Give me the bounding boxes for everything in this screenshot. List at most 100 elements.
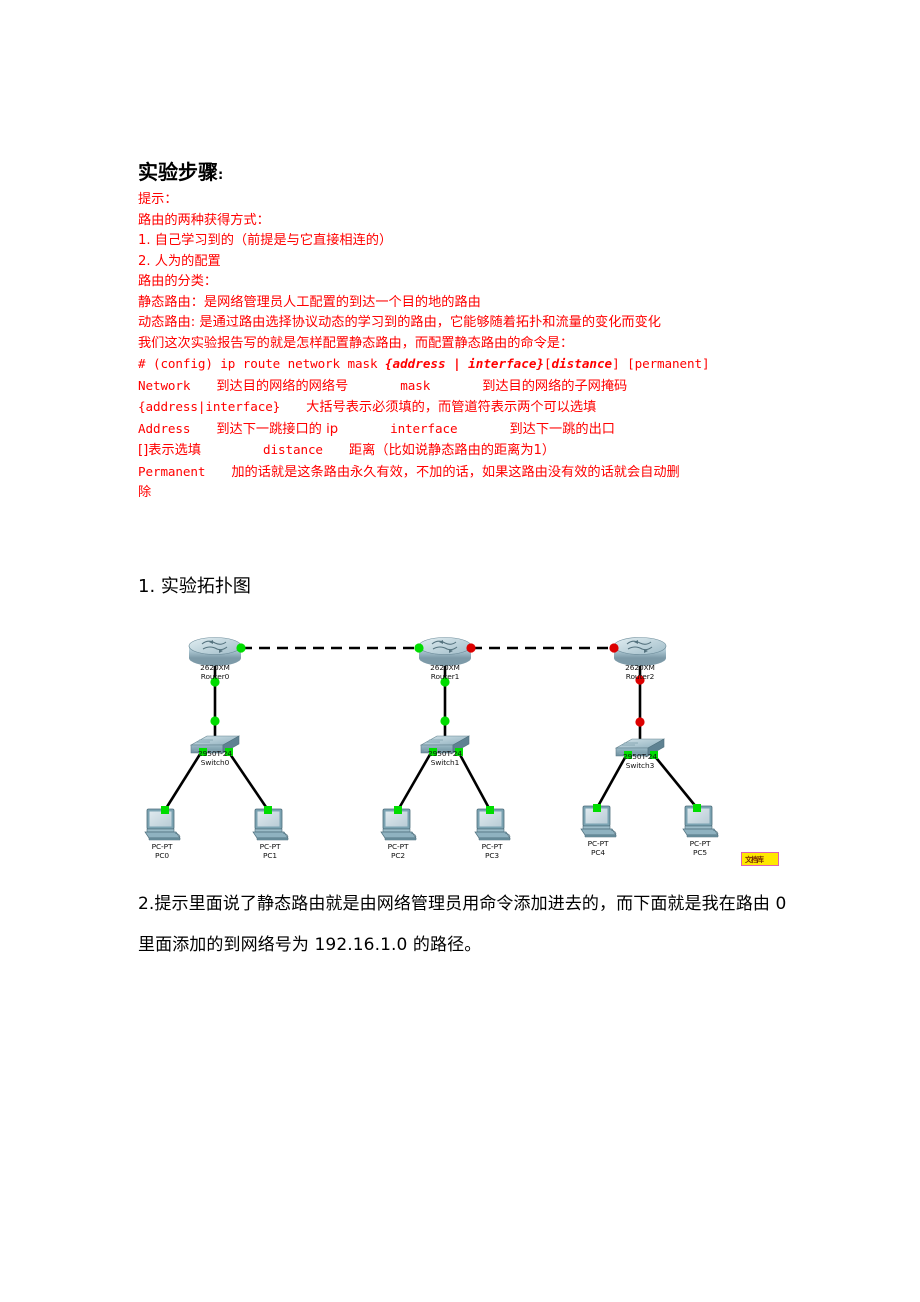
body-paragraph: 2.提示里面说了静态路由就是由网络管理员用命令添加进去的，而下面就是我在路由 0… [138,894,787,955]
switch1-model: 2950T-24 [428,749,462,758]
legend-permanent-value: 加的话就是这条路由永久有效，不加的话，如果这路由没有效的话就会自动删 [231,464,680,480]
switch0-model: 2950T-24 [198,749,232,758]
pc3-label: PC-PT PC3 [482,842,503,860]
link-status-down-r2-wan [609,643,619,653]
legend-mask-key: mask [400,377,431,393]
legend-braces-row: {address|interface} 大括号表示必须填的，而管道符表示两个可以选… [138,397,796,419]
legend-braces-key: {address|interface} [138,399,281,414]
pc3-name: PC3 [484,851,500,861]
legend-optional-key: []表示选填 [138,443,202,458]
switch1-name: Switch1 [430,758,460,768]
router2-model: 2620XM [625,663,655,672]
pc2-model: PC-PT [387,842,409,851]
pc4-name: PC4 [590,848,606,858]
page-title: 实验步骤: [138,156,223,185]
pc1-label: PC-PT PC1 [260,842,281,860]
legend-interface-key: interface [390,420,458,436]
router2-name: Router2 [625,672,655,682]
link-status-up-sw0-uplink [210,716,220,726]
section-heading: 1. 实验拓扑图 [138,576,251,597]
link-status-up-pc5 [693,804,701,812]
legend-optional-row: []表示选填 distance 距离（比如说静态路由的距离为1） [138,440,796,462]
pc5-label: PC-PT PC5 [690,839,711,857]
legend-network-value: 到达目的网络的网络号 [216,378,349,394]
router1-label: 2620XM Router1 [430,663,460,681]
link-status-up-pc0 [161,806,169,814]
command-interface-token: interface [468,356,537,371]
legend-permanent-row-cont: 除 [138,485,152,500]
document-page: 实验步骤: 提示： 路由的两种获得方式： 1. 自己学习到的（前提是与它直接相连… [0,0,920,1302]
note-line-4: 2. 人为的配置 [138,253,221,269]
switch3-model: 2950T-24 [623,752,657,761]
legend-interface-value: 到达下一跳的出口 [509,421,615,437]
router1-name: Router1 [430,672,460,682]
network-topology-diagram: 2620XM Router0 2620XM Router1 2620XM Rou… [140,618,800,868]
switch3-label: 2950T-24 Switch3 [623,752,657,770]
legend-network-row: Network 到达目的网络的网络号 mask 到达目的网络的子网掩码 [138,376,796,398]
command-brace-close: } [536,356,544,371]
legend-mask-value: 到达目的网络的子网掩码 [482,378,628,394]
router-icon-router2[interactable] [613,636,667,667]
note-line-2: 路由的两种获得方式： [138,212,270,228]
note-line-8: 我们这次实验报告写的就是怎样配置静态路由，而配置静态路由的命令是： [138,335,574,351]
link-status-up-pc3 [486,806,494,814]
switch3-name: Switch3 [625,761,655,771]
router0-model: 2620XM [200,663,230,672]
switch0-name: Switch0 [200,758,230,768]
switch1-label: 2950T-24 Switch1 [428,749,462,767]
legend-distance-value: 距离（比如说静态路由的距离为1） [348,443,556,458]
pc4-label: PC-PT PC4 [588,839,609,857]
link-status-up-pc1 [264,806,272,814]
command-permanent-token: [permanent] [627,356,710,371]
pc1-name: PC1 [262,851,278,861]
link-status-up-pc4 [593,804,601,812]
pc5-name: PC5 [692,848,708,858]
command-syntax-line: # (config) ip route network mask {addres… [138,354,796,376]
link-status-down-sw3-uplink [635,717,645,727]
pc0-model: PC-PT [151,842,173,851]
legend-address-value: 到达下一跳接口的 ip [216,421,339,437]
notes-block: 提示： 路由的两种获得方式： 1. 自己学习到的（前提是与它直接相连的） 2. … [138,190,796,504]
command-pipe [446,356,453,371]
pc2-name: PC2 [390,851,406,861]
legend-distance-key: distance [263,442,323,457]
legend-network-key: Network [138,377,191,393]
watermark-stamp: 文档库 [741,852,779,866]
legend-braces-value: 大括号表示必须填的，而管道符表示两个可以选填 [306,400,597,415]
link-status-up-sw1-uplink [440,716,450,726]
command-pipe-glyph: | [453,356,461,371]
legend-address-key: Address [138,420,191,436]
link-status-down-r1-wan-right [466,643,476,653]
pc3-model: PC-PT [481,842,503,851]
pc4-model: PC-PT [587,839,609,848]
legend-permanent-row: Permanent 加的话就是这条路由永久有效，不加的话，如果这路由没有效的话就会… [138,462,796,484]
link-status-up-pc2 [394,806,402,814]
router2-label: 2620XM Router2 [625,663,655,681]
note-line-5: 路由的分类： [138,274,218,289]
note-line-3: 1. 自己学习到的（前提是与它直接相连的） [138,233,393,248]
router0-label: 2620XM Router0 [200,663,230,681]
command-bracket-distance-close: ] [612,356,620,371]
router-icon-router0[interactable] [188,636,242,667]
watermark-stamp-text: 文档库 [745,855,764,865]
topology-canvas [144,636,719,841]
pc0-name: PC0 [154,851,170,861]
router1-model: 2620XM [430,663,460,672]
note-line-7: 动态路由: 是通过路由选择协议动态的学习到的路由，它能够随着拓扑和流量的变化而变… [138,315,661,330]
command-distance-token: distance [551,356,613,371]
switch0-label: 2950T-24 Switch0 [198,749,232,767]
pc2-label: PC-PT PC2 [388,842,409,860]
command-brace-open: { [384,356,393,371]
link-status-up-r1-wan-left [414,643,424,653]
note-line-6: 静态路由：是网络管理员人工配置的到达一个目的地的路由 [138,294,481,310]
link-status-up-r0-wan [236,643,246,653]
page-title-colon: : [218,168,224,183]
pc0-label: PC-PT PC0 [152,842,173,860]
router-icon-router1[interactable] [418,636,472,667]
note-line-1: 提示： [138,192,178,207]
command-prefix: # (config) ip route network mask [138,356,385,371]
router0-name: Router0 [200,672,230,682]
legend-permanent-key: Permanent [138,463,206,479]
legend-address-row: Address 到达下一跳接口的 ip interface 到达下一跳的出口 [138,419,796,441]
command-address-token: address [392,356,446,371]
